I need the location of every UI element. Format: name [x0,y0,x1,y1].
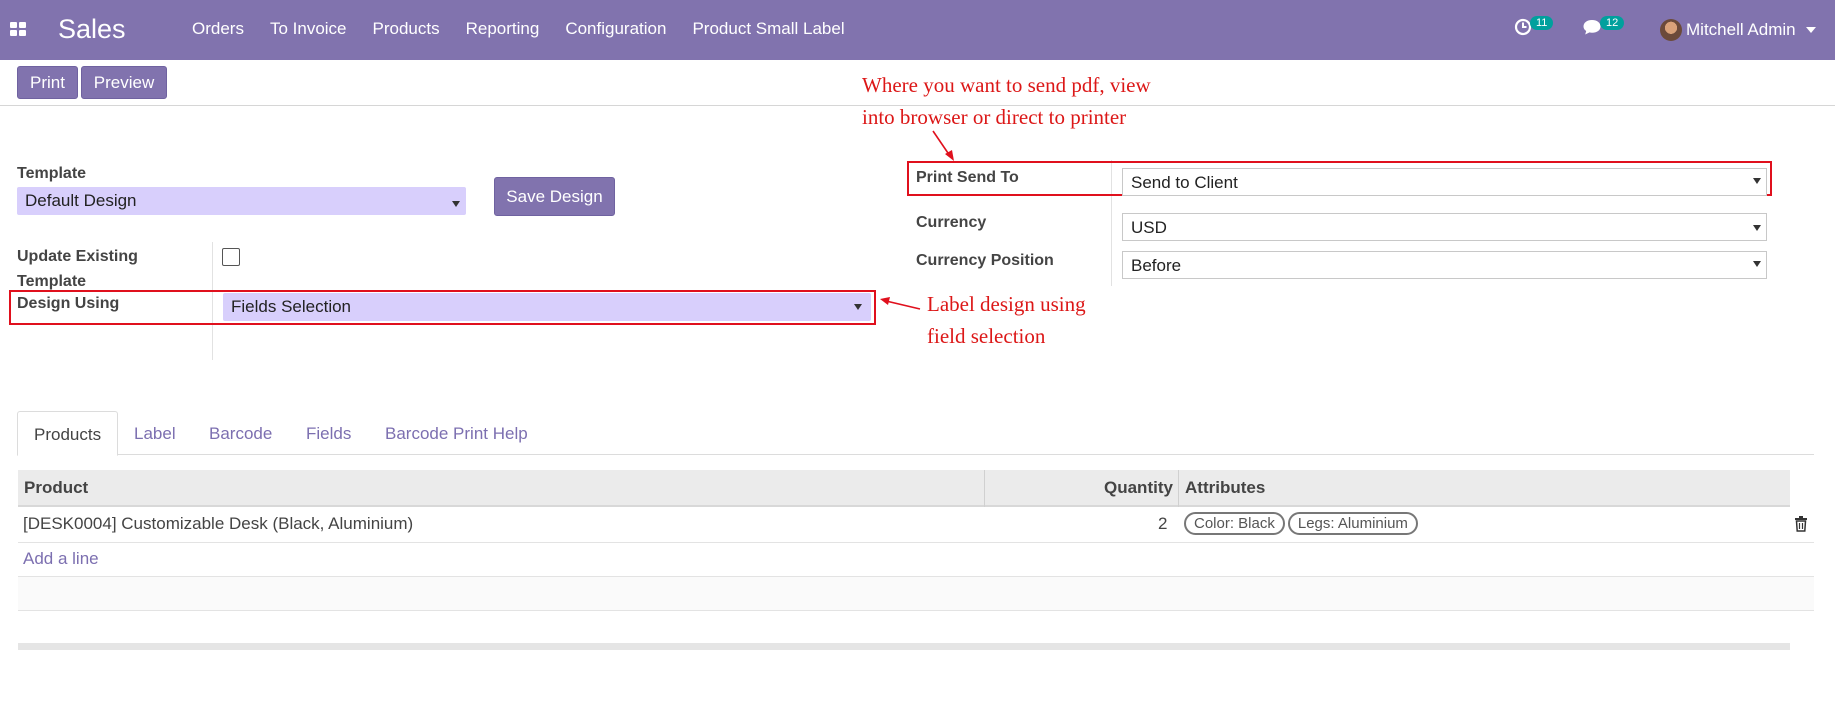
menu-item-orders[interactable]: Orders [192,19,244,39]
horizontal-scrollbar[interactable] [18,643,1790,650]
currency-position-dropdown-icon[interactable] [1753,261,1761,267]
design-using-dropdown-icon[interactable] [854,304,862,310]
currency-select[interactable]: USD [1122,213,1767,241]
apps-menu-icon[interactable] [10,22,26,36]
tab-barcode[interactable]: Barcode [209,411,272,455]
column-divider [1178,470,1179,507]
menu-item-reporting[interactable]: Reporting [466,19,540,39]
table-header: Product Quantity Attributes [18,470,1790,507]
tab-label[interactable]: Label [134,411,176,455]
user-avatar[interactable] [1660,19,1682,41]
main-menu: Orders To Invoice Products Reporting Con… [192,19,845,39]
add-line-row: Add a line [18,543,1814,577]
quantity-cell[interactable]: 2 [1158,514,1167,534]
annotation-print-send-to: Where you want to send pdf, view into br… [862,73,1151,129]
update-existing-label: Update Existing Template [17,248,138,290]
activity-count-badge: 11 [1530,16,1554,30]
tab-products[interactable]: Products [17,411,119,456]
messages-count-badge: 12 [1600,16,1625,30]
tab-fields[interactable]: Fields [306,411,351,455]
currency-position-label: Currency Position [916,252,1054,269]
print-send-to-label: Print Send To [916,169,1019,186]
design-using-label: Design Using [17,295,120,312]
chat-icon [1583,20,1601,35]
tab-barcode-print-help[interactable]: Barcode Print Help [385,411,528,455]
product-cell[interactable]: [DESK0004] Customizable Desk (Black, Alu… [23,514,413,534]
activity-button[interactable]: 11 [1514,16,1554,41]
template-label: Template [17,165,87,182]
top-navbar: Sales Orders To Invoice Products Reporti… [0,0,1835,60]
attributes-cell[interactable]: Color: Black Legs: Aluminium [1184,512,1421,535]
template-dropdown-icon[interactable] [452,201,460,207]
trash-icon[interactable] [1794,516,1808,532]
annotation-design-using: Label design using field selection [927,292,1086,348]
column-quantity[interactable]: Quantity [1104,478,1173,498]
add-line-link[interactable]: Add a line [23,549,99,569]
print-send-to-dropdown-icon[interactable] [1753,178,1761,184]
user-menu[interactable]: Mitchell Admin [1686,20,1796,40]
column-product[interactable]: Product [24,478,88,498]
empty-row [18,577,1814,611]
currency-label: Currency [916,214,987,231]
messages-button[interactable]: 12 [1582,16,1625,41]
menu-item-to-invoice[interactable]: To Invoice [270,19,347,39]
annotation-arrow-icon [932,130,954,161]
preview-button[interactable]: Preview [81,66,167,99]
save-design-button[interactable]: Save Design [494,177,615,216]
currency-position-select[interactable]: Before [1122,251,1767,279]
template-select[interactable]: Default Design [17,187,466,215]
currency-dropdown-icon[interactable] [1753,225,1761,231]
app-title[interactable]: Sales [58,14,126,45]
print-button[interactable]: Print [17,66,78,99]
column-attributes[interactable]: Attributes [1185,478,1265,498]
attribute-tag: Color: Black [1184,512,1285,535]
column-divider [984,470,985,507]
user-menu-caret-icon[interactable] [1806,27,1816,33]
update-existing-checkbox[interactable] [222,248,240,266]
print-send-to-select[interactable]: Send to Client [1122,168,1767,196]
menu-item-products[interactable]: Products [373,19,440,39]
annotation-arrow-left-icon [880,297,921,310]
menu-item-product-small-label[interactable]: Product Small Label [692,19,844,39]
notebook-tabs: Products Label Barcode Fields Barcode Pr… [17,411,1814,456]
design-using-select[interactable]: Fields Selection [223,293,871,321]
table-row[interactable]: [DESK0004] Customizable Desk (Black, Alu… [18,507,1814,543]
menu-item-configuration[interactable]: Configuration [565,19,666,39]
attribute-tag: Legs: Aluminium [1287,512,1418,535]
